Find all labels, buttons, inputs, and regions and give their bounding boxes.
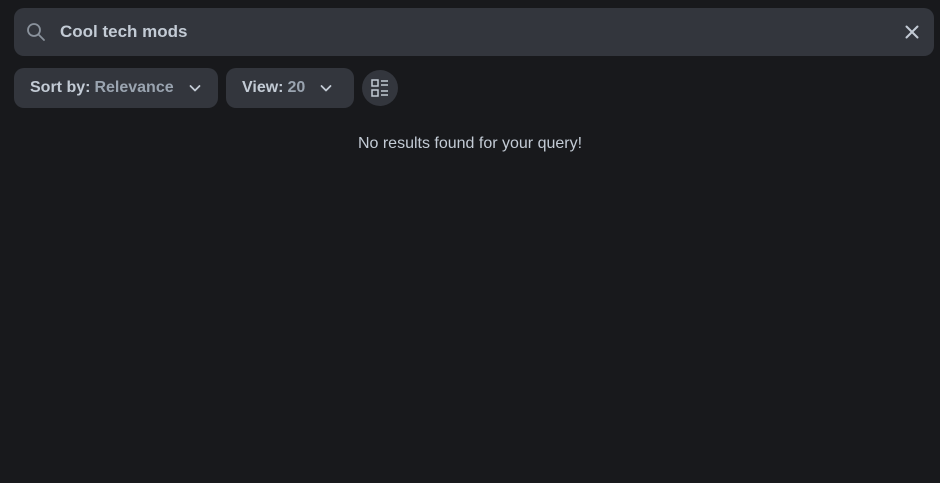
search-bar bbox=[14, 8, 934, 56]
no-results-message: No results found for your query! bbox=[357, 135, 583, 152]
view-dropdown[interactable]: View: 20 bbox=[226, 68, 354, 108]
search-controls: Sort by: Relevance View: 20 bbox=[14, 68, 398, 108]
chevron-down-icon bbox=[188, 81, 202, 95]
layout-toggle-button[interactable] bbox=[362, 70, 398, 106]
chevron-down-icon bbox=[319, 81, 333, 95]
sort-label: Sort by: bbox=[30, 79, 91, 96]
clear-search-button[interactable] bbox=[900, 20, 924, 44]
close-icon bbox=[905, 25, 919, 39]
search-icon bbox=[26, 22, 46, 42]
list-layout-icon bbox=[371, 79, 388, 97]
view-value: 20 bbox=[287, 79, 306, 96]
view-label: View: bbox=[242, 79, 284, 96]
sort-dropdown[interactable]: Sort by: Relevance bbox=[14, 68, 218, 108]
sort-value: Relevance bbox=[94, 79, 174, 96]
search-input[interactable] bbox=[60, 8, 880, 56]
